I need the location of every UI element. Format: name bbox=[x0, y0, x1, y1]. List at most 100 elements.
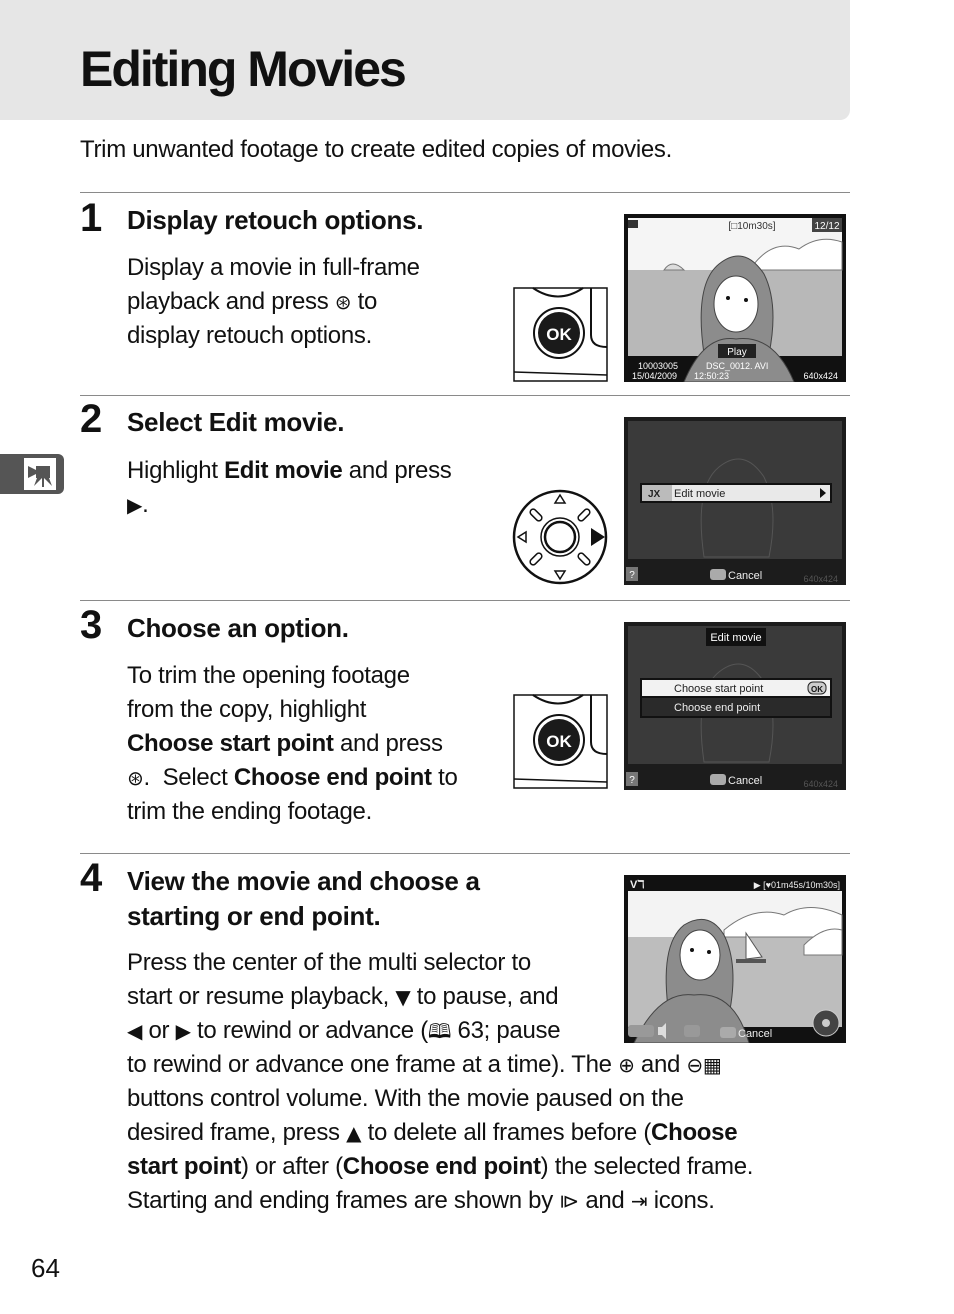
ok-button-icon: ⊛ bbox=[127, 766, 144, 790]
text: to delete all frames before ( bbox=[361, 1119, 652, 1146]
left-arrow-icon: ◀ bbox=[127, 1019, 143, 1043]
text: Choose end point bbox=[233, 764, 432, 791]
step-number: 3 bbox=[80, 603, 103, 647]
section-tab bbox=[0, 454, 64, 494]
divider bbox=[80, 395, 850, 396]
body-line: Display a movie in full-frame bbox=[127, 254, 420, 281]
edit-mode-icon: Vℸ bbox=[630, 879, 644, 891]
image-size: 640x424 bbox=[803, 779, 838, 789]
image-size: 640x424 bbox=[803, 371, 838, 381]
text: start or resume playback, bbox=[127, 983, 396, 1010]
text: . bbox=[337, 407, 345, 437]
menu-header: Edit movie bbox=[710, 632, 761, 644]
time: 12:50:23 bbox=[694, 371, 729, 381]
ok-label: OK bbox=[546, 732, 572, 751]
text: to pause, and bbox=[410, 983, 559, 1010]
text: ) or after ( bbox=[241, 1153, 343, 1180]
step-title: Choose an option. bbox=[127, 613, 349, 643]
text: Starting and ending frames are shown by bbox=[127, 1187, 560, 1214]
text: start point bbox=[127, 1153, 242, 1180]
step-body: Display a movie in full-frame playback a… bbox=[127, 251, 420, 353]
retouch-icon: JX bbox=[648, 489, 661, 500]
help-icon: ? bbox=[629, 570, 635, 581]
ok-badge: OK bbox=[811, 685, 823, 694]
cancel-label: Cancel bbox=[728, 570, 762, 582]
text: ) the selected frame. bbox=[540, 1153, 754, 1180]
book-reference-icon: 🕮 bbox=[427, 1019, 452, 1043]
playback-progress: ▶ [♥01m45s/10m30s] bbox=[754, 880, 840, 890]
body-line: Highlight Edit movie and press bbox=[127, 454, 452, 488]
date: 15/04/2009 bbox=[632, 371, 677, 381]
text: or bbox=[142, 1017, 176, 1044]
body-line: to rewind or advance one frame at a time… bbox=[127, 1048, 847, 1082]
text: Choose bbox=[651, 1119, 738, 1146]
file-name: DSC_0012. AVI bbox=[706, 361, 768, 371]
camera-screen-playback: [□10m30s] 12/12 Play 10003005 DSC_0012. … bbox=[624, 214, 846, 382]
down-arrow-icon: ▼ bbox=[395, 985, 411, 1009]
title-line: starting or end point. bbox=[127, 901, 381, 931]
text: 63; pause bbox=[451, 1017, 561, 1044]
step-title: Select Edit movie. bbox=[127, 405, 344, 440]
play-label: Play bbox=[727, 347, 746, 358]
divider bbox=[80, 192, 850, 193]
text: . bbox=[142, 491, 149, 518]
thumbnail-icon: ▦ bbox=[702, 1053, 722, 1077]
text: and press bbox=[342, 457, 452, 484]
step-number: 1 bbox=[80, 196, 103, 240]
body-line: desired frame, press ▲ to delete all fra… bbox=[127, 1116, 847, 1150]
body-line: To trim the opening footage bbox=[127, 662, 410, 689]
body-line: display retouch options. bbox=[127, 322, 372, 349]
step-body: Highlight Edit movie and press ▶. bbox=[127, 454, 452, 522]
zoom-out-thumbnail-icon: ⊖ bbox=[686, 1053, 703, 1077]
menu-item-edit-movie: Edit movie bbox=[674, 488, 725, 500]
page-number: 64 bbox=[31, 1253, 60, 1283]
ok-label: OK bbox=[546, 325, 572, 344]
text: Select bbox=[127, 407, 209, 437]
body-line: buttons control volume. With the movie p… bbox=[127, 1085, 684, 1112]
title-line: View the movie and choose a bbox=[127, 866, 480, 896]
body-line: trim the ending footage. bbox=[127, 798, 372, 825]
option-label: Choose start point bbox=[674, 683, 763, 695]
text: playback and press bbox=[127, 288, 329, 315]
text: icons. bbox=[647, 1187, 715, 1214]
body-line: start point) or after (Choose end point)… bbox=[127, 1150, 847, 1184]
multi-selector-illustration bbox=[511, 488, 609, 591]
ok-button-illustration: OK bbox=[513, 287, 609, 388]
movie-length: [□10m30s] bbox=[728, 221, 775, 232]
camera-screen-edit-movie-menu: Edit movie Choose start point OK Choose … bbox=[624, 622, 846, 790]
body-line: playback and press ⊛ to bbox=[127, 285, 420, 319]
ok-button-icon: ⊛ bbox=[334, 290, 352, 314]
text: desired frame, press bbox=[127, 1119, 347, 1146]
folder-number: 10003005 bbox=[638, 361, 678, 371]
up-arrow-icon: ▲ bbox=[346, 1121, 362, 1145]
zoom-in-icon: ⊕ bbox=[618, 1053, 635, 1077]
step-title: View the movie and choose a starting or … bbox=[127, 864, 480, 934]
divider bbox=[80, 600, 850, 601]
zoom-out-button-icon bbox=[628, 1025, 654, 1037]
intro-text: Trim unwanted footage to create edited c… bbox=[80, 136, 672, 163]
end-frame-icon: ⇥ bbox=[630, 1189, 648, 1213]
text: and bbox=[634, 1051, 687, 1078]
text: to bbox=[431, 764, 458, 791]
option-label: Choose end point bbox=[674, 702, 760, 714]
text: Edit movie bbox=[224, 457, 343, 484]
cancel-label: Cancel bbox=[728, 775, 762, 787]
step-title: Display retouch options. bbox=[127, 205, 424, 235]
text: Choose end point bbox=[342, 1153, 541, 1180]
body-line: Choose start point and press bbox=[127, 727, 458, 761]
page-title: Editing Movies bbox=[80, 41, 407, 97]
text: to rewind or advance one frame at a time… bbox=[127, 1051, 619, 1078]
help-icon: ? bbox=[629, 775, 635, 786]
divider bbox=[80, 853, 850, 854]
ok-button-illustration: OK bbox=[513, 694, 609, 795]
text: and bbox=[578, 1187, 631, 1214]
step-body: To trim the opening footage from the cop… bbox=[127, 659, 458, 829]
step-number: 2 bbox=[80, 397, 103, 441]
start-frame-icon: ⧐ bbox=[559, 1189, 579, 1213]
text: Choose start point bbox=[127, 730, 334, 757]
image-size: 640x424 bbox=[803, 574, 838, 584]
cancel-label: Cancel bbox=[738, 1028, 772, 1040]
body-line: ▶. bbox=[127, 488, 452, 522]
text: and press bbox=[333, 730, 443, 757]
text: . Select bbox=[143, 764, 234, 791]
